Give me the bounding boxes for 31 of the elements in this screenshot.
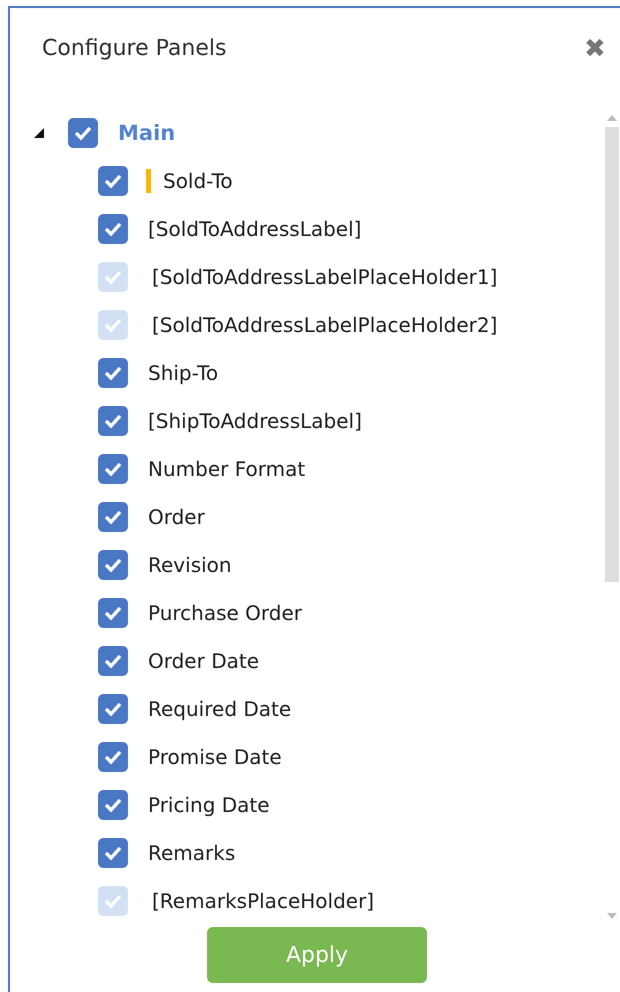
checkbox[interactable] bbox=[98, 454, 128, 484]
tree-item-label[interactable]: Promise Date bbox=[148, 745, 282, 769]
tree-item-label[interactable]: [SoldToAddressLabel] bbox=[148, 217, 362, 241]
tree-item-label[interactable]: Remarks bbox=[148, 841, 236, 865]
checkbox[interactable] bbox=[98, 742, 128, 772]
tree-item-label[interactable]: Required Date bbox=[148, 697, 292, 721]
tree-item-label[interactable]: Order Date bbox=[148, 649, 259, 673]
tree-item-label[interactable]: Ship-To bbox=[148, 361, 218, 385]
tree-item-label[interactable]: Purchase Order bbox=[148, 601, 302, 625]
checkbox[interactable] bbox=[98, 166, 128, 196]
close-button[interactable]: ✖ bbox=[584, 35, 606, 61]
checkbox[interactable] bbox=[98, 598, 128, 628]
checkbox[interactable] bbox=[98, 502, 128, 532]
checkbox[interactable] bbox=[98, 550, 128, 580]
checkbox[interactable] bbox=[98, 790, 128, 820]
tree-item-label[interactable]: Number Format bbox=[148, 457, 306, 481]
checkbox[interactable] bbox=[98, 646, 128, 676]
tree-item-label[interactable]: Pricing Date bbox=[148, 793, 270, 817]
expand-icon[interactable] bbox=[34, 128, 44, 138]
checkbox[interactable] bbox=[98, 358, 128, 388]
checkbox[interactable] bbox=[68, 118, 98, 148]
tree-item-label[interactable]: Revision bbox=[148, 553, 232, 577]
checkbox[interactable] bbox=[98, 214, 128, 244]
dialog-title: Configure Panels bbox=[42, 36, 226, 60]
checkbox[interactable] bbox=[98, 406, 128, 436]
checkbox[interactable] bbox=[98, 838, 128, 868]
tree-item-label[interactable]: Sold-To bbox=[146, 169, 233, 193]
tree-item-label[interactable]: [ShipToAddressLabel] bbox=[148, 409, 362, 433]
tree-item-label[interactable]: Main bbox=[118, 121, 176, 145]
tree-item-label[interactable]: Order bbox=[148, 505, 205, 529]
checkbox[interactable] bbox=[98, 694, 128, 724]
